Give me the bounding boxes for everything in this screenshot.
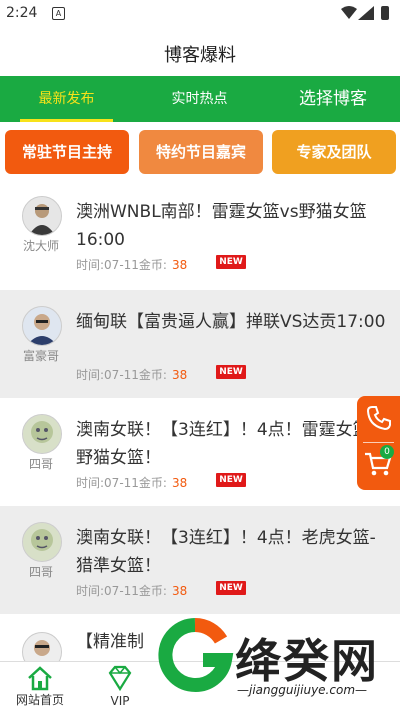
tab-hot-label: 实时热点 [171,91,228,107]
time-label: 时间: [76,258,105,272]
new-badge: NEW [216,255,246,269]
watermark-logo [158,617,234,692]
watermark-text: 绛癸网 [235,634,379,688]
status-bar: 2:24 A [0,0,400,28]
phone-icon[interactable] [365,404,393,432]
app-header: 博客爆料 [0,28,400,76]
list-item[interactable]: 沈大师 澳洲WNBL南部！雷霆女篮vs野猫女篮16:00 时间:07-11金币:… [0,180,400,288]
floating-action-bar: 0 [357,396,400,490]
coin-label: 金币: [138,584,167,598]
new-badge: NEW [216,365,246,379]
post-meta: 时间:07-11金币: 38 [76,474,187,491]
battery-icon [381,6,389,20]
coin-value: 38 [171,258,188,272]
nav-item-vip[interactable]: VIP [80,662,160,712]
post-title: 澳南女联！【3连红】！4点！雷霆女篮-野猫女篮！ [76,420,376,468]
post-meta: 时间:07-11金币: 38 [76,582,187,599]
nav-vip-label: VIP [110,694,130,708]
wifi-icon [341,6,357,19]
tab-choose-blogger[interactable]: 选择博客 [266,76,400,122]
category-button-experts[interactable]: 专家及团队 [272,130,396,174]
avatar [22,522,62,562]
avatar [22,196,62,236]
coin-label: 金币: [138,476,167,490]
category-bar: 常驻节目主持 特约节目嘉宾 专家及团队 [0,122,400,178]
new-badge: NEW [216,473,246,487]
cart-count-badge: 0 [380,445,394,459]
time-label: 时间: [76,476,105,490]
tab-latest[interactable]: 最新发布 [0,76,133,122]
post-meta: 时间:07-11金币: 38 [76,366,187,383]
list-item[interactable]: 富豪哥 缅甸联【富贵逼人赢】掸联VS达贡17:00 时间:07-11金币: 38 … [0,290,400,398]
coin-value: 38 [171,584,188,598]
coin-value: 38 [171,368,188,382]
post-meta: 时间:07-11金币: 38 [76,256,187,273]
time-label: 时间: [76,584,105,598]
status-time: 2:24 [6,5,38,21]
nav-home-label: 网站首页 [15,693,64,707]
author-name: 沈大师 [22,239,59,253]
float-divider [363,442,394,443]
post-date: 07-11 [104,258,139,272]
list-item[interactable]: 四哥 澳南女联！【3连红】！4点！老虎女篮-猎準女篮！ 时间:07-11金币: 3… [0,506,400,614]
avatar [22,414,62,454]
post-title: 澳南女联！【3连红】！4点！老虎女篮-猎準女篮！ [76,528,376,576]
post-title: 澳洲WNBL南部！雷霆女篮vs野猫女篮16:00 [76,202,367,250]
category-button-hosts[interactable]: 常驻节目主持 [5,130,129,174]
category-button-guests[interactable]: 特约节目嘉宾 [139,130,263,174]
author-name: 四哥 [28,457,53,471]
tab-bar: 最新发布 实时热点 选择博客 [0,76,400,122]
sim-icon: A [52,7,65,20]
post-date: 07-11 [104,368,139,382]
coin-value: 38 [171,476,188,490]
nav-item-home[interactable]: 网站首页 [0,662,80,712]
tab-choose-blogger-label: 选择博客 [299,89,367,109]
post-title: 缅甸联【富贵逼人赢】掸联VS达贡17:00 [76,312,386,332]
signal-icon [358,6,374,20]
watermark: 绛癸网 —jiangguijiuye.com— [155,615,400,711]
author-name: 四哥 [28,565,53,579]
new-badge: NEW [216,581,246,595]
tab-latest-label: 最新发布 [38,91,95,107]
tab-hot[interactable]: 实时热点 [133,76,266,122]
diamond-icon [108,665,132,692]
post-date: 07-11 [104,584,139,598]
avatar [22,306,62,346]
list-item[interactable]: 四哥 澳南女联！【3连红】！4点！雷霆女篮-野猫女篮！ 时间:07-11金币: 3… [0,398,400,506]
time-label: 时间: [76,368,105,382]
watermark-url: —jiangguijiuye.com— [237,683,368,697]
page-title: 博客爆料 [164,45,236,66]
home-icon [28,666,52,691]
author-name: 富豪哥 [22,349,59,363]
post-date: 07-11 [104,476,139,490]
coin-label: 金币: [138,368,167,382]
coin-label: 金币: [138,258,167,272]
